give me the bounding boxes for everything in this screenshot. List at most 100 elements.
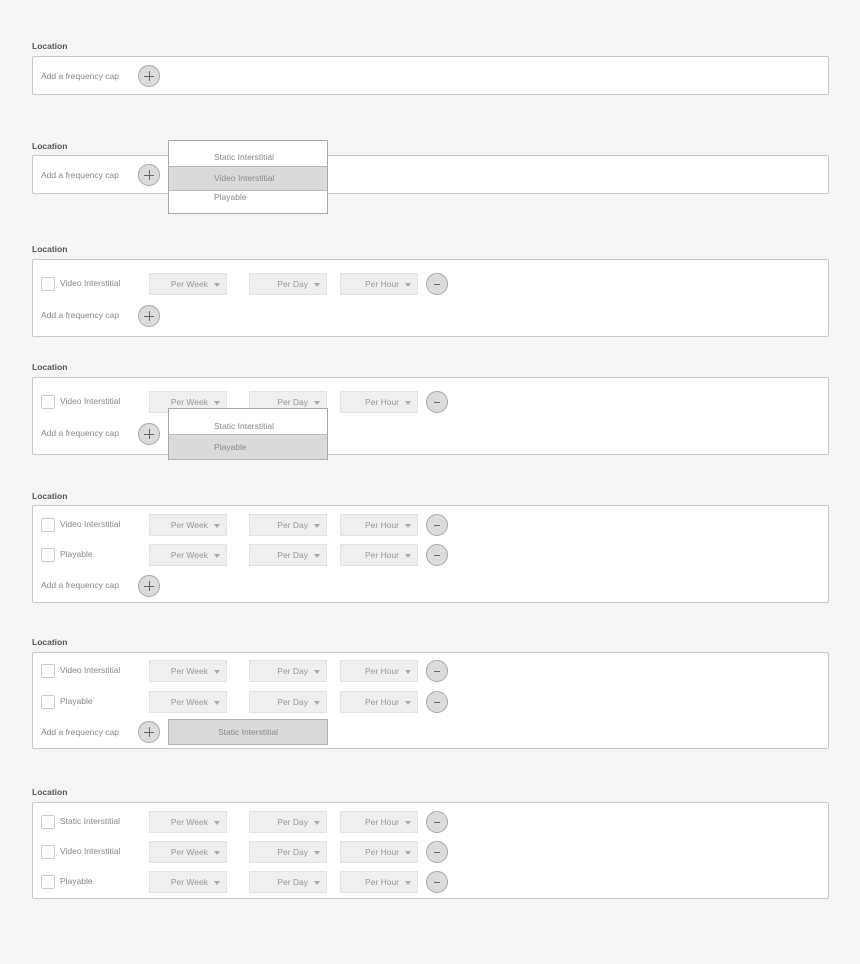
- remove-cap-button[interactable]: [426, 273, 448, 295]
- per-day-value: Per Day: [277, 697, 308, 707]
- dropdown-item-video-interstitial[interactable]: Video Interstitial: [169, 166, 327, 191]
- per-week-select[interactable]: Per Week: [149, 691, 227, 713]
- ad-type-dropdown: Static Interstitial Video Interstitial P…: [168, 140, 328, 214]
- remove-cap-button[interactable]: [426, 691, 448, 713]
- caret-down-icon: [214, 670, 220, 674]
- add-frequency-cap-button[interactable]: [138, 575, 160, 597]
- ad-type-label: Video Interstitial: [60, 519, 121, 529]
- per-day-select[interactable]: Per Day: [249, 660, 327, 682]
- add-frequency-cap-label: Add a frequency cap: [41, 71, 119, 81]
- row-checkbox[interactable]: [41, 875, 55, 889]
- row-checkbox[interactable]: [41, 664, 55, 678]
- remove-cap-button[interactable]: [426, 811, 448, 833]
- row-checkbox[interactable]: [41, 548, 55, 562]
- add-frequency-cap-button[interactable]: [138, 305, 160, 327]
- remove-cap-button[interactable]: [426, 841, 448, 863]
- caret-down-icon: [214, 283, 220, 287]
- per-hour-select[interactable]: Per Hour: [340, 811, 418, 833]
- location-label: Location: [32, 491, 68, 501]
- add-frequency-cap-label: Add a frequency cap: [41, 580, 119, 590]
- cap-row: Video Interstitial Per Week Per Day Per …: [33, 514, 828, 536]
- cap-row: Video Interstitial Per Week Per Day Per …: [33, 391, 828, 413]
- per-week-select[interactable]: Per Week: [149, 544, 227, 566]
- add-frequency-cap-button[interactable]: [138, 65, 160, 87]
- per-hour-select[interactable]: Per Hour: [340, 544, 418, 566]
- per-hour-select[interactable]: Per Hour: [340, 514, 418, 536]
- caret-down-icon: [214, 401, 220, 405]
- per-hour-value: Per Hour: [364, 397, 399, 407]
- location-label: Location: [32, 637, 68, 647]
- caret-down-icon: [405, 851, 411, 855]
- remaining-option-static-interstitial[interactable]: Static Interstitial: [168, 719, 328, 745]
- per-day-select[interactable]: Per Day: [249, 514, 327, 536]
- per-week-select[interactable]: Per Week: [149, 871, 227, 893]
- ad-type-label: Static Interstitial: [60, 816, 120, 826]
- caret-down-icon: [314, 401, 320, 405]
- per-week-select[interactable]: Per Week: [149, 811, 227, 833]
- caret-down-icon: [314, 670, 320, 674]
- caret-down-icon: [405, 881, 411, 885]
- dropdown-item-playable[interactable]: Playable: [169, 192, 327, 206]
- caret-down-icon: [214, 524, 220, 528]
- row-checkbox[interactable]: [41, 395, 55, 409]
- caret-down-icon: [314, 881, 320, 885]
- per-day-select[interactable]: Per Day: [249, 691, 327, 713]
- remove-cap-button[interactable]: [426, 391, 448, 413]
- location-label: Location: [32, 141, 68, 151]
- per-day-select[interactable]: Per Day: [249, 811, 327, 833]
- per-day-value: Per Day: [277, 666, 308, 676]
- add-frequency-cap-button[interactable]: [138, 164, 160, 186]
- caret-down-icon: [214, 701, 220, 705]
- remove-cap-button[interactable]: [426, 871, 448, 893]
- per-hour-value: Per Hour: [364, 666, 399, 676]
- per-day-select[interactable]: Per Day: [249, 273, 327, 295]
- ad-type-dropdown: Static Interstitial Playable: [168, 408, 328, 460]
- add-frequency-cap-label: Add a frequency cap: [41, 170, 119, 180]
- per-hour-select[interactable]: Per Hour: [340, 660, 418, 682]
- add-frequency-cap-label: Add a frequency cap: [41, 727, 119, 737]
- row-checkbox[interactable]: [41, 695, 55, 709]
- caret-down-icon: [314, 283, 320, 287]
- row-checkbox[interactable]: [41, 845, 55, 859]
- per-hour-value: Per Hour: [364, 847, 399, 857]
- per-hour-select[interactable]: Per Hour: [340, 841, 418, 863]
- remove-cap-button[interactable]: [426, 544, 448, 566]
- per-week-select[interactable]: Per Week: [149, 660, 227, 682]
- add-frequency-cap-button[interactable]: [138, 721, 160, 743]
- per-hour-select[interactable]: Per Hour: [340, 391, 418, 413]
- per-week-value: Per Week: [170, 279, 208, 289]
- row-checkbox[interactable]: [41, 518, 55, 532]
- caret-down-icon: [214, 821, 220, 825]
- per-week-select[interactable]: Per Week: [149, 841, 227, 863]
- per-week-value: Per Week: [170, 666, 208, 676]
- cap-row: Playable Per Week Per Day Per Hour: [33, 871, 828, 893]
- row-checkbox[interactable]: [41, 277, 55, 291]
- row-checkbox[interactable]: [41, 815, 55, 829]
- frequency-cap-box: Video Interstitial Per Week Per Day Per …: [32, 652, 829, 749]
- per-hour-select[interactable]: Per Hour: [340, 871, 418, 893]
- per-day-select[interactable]: Per Day: [249, 544, 327, 566]
- ad-type-label: Video Interstitial: [60, 665, 121, 675]
- per-day-value: Per Day: [277, 550, 308, 560]
- per-day-value: Per Day: [277, 817, 308, 827]
- remove-cap-button[interactable]: [426, 660, 448, 682]
- per-hour-select[interactable]: Per Hour: [340, 273, 418, 295]
- dropdown-item-playable[interactable]: Playable: [169, 434, 327, 460]
- per-week-select[interactable]: Per Week: [149, 514, 227, 536]
- per-week-value: Per Week: [170, 550, 208, 560]
- remove-cap-button[interactable]: [426, 514, 448, 536]
- per-day-value: Per Day: [277, 877, 308, 887]
- location-label: Location: [32, 362, 68, 372]
- per-hour-value: Per Hour: [364, 817, 399, 827]
- per-week-select[interactable]: Per Week: [149, 273, 227, 295]
- per-day-select[interactable]: Per Day: [249, 871, 327, 893]
- caret-down-icon: [405, 401, 411, 405]
- per-day-select[interactable]: Per Day: [249, 841, 327, 863]
- per-hour-select[interactable]: Per Hour: [340, 691, 418, 713]
- dropdown-item-static-interstitial[interactable]: Static Interstitial: [169, 421, 327, 435]
- dropdown-item-static-interstitial[interactable]: Static Interstitial: [169, 152, 327, 166]
- per-hour-value: Per Hour: [364, 877, 399, 887]
- add-frequency-cap-button[interactable]: [138, 423, 160, 445]
- caret-down-icon: [214, 851, 220, 855]
- frequency-cap-box: Static Interstitial Per Week Per Day Per…: [32, 802, 829, 899]
